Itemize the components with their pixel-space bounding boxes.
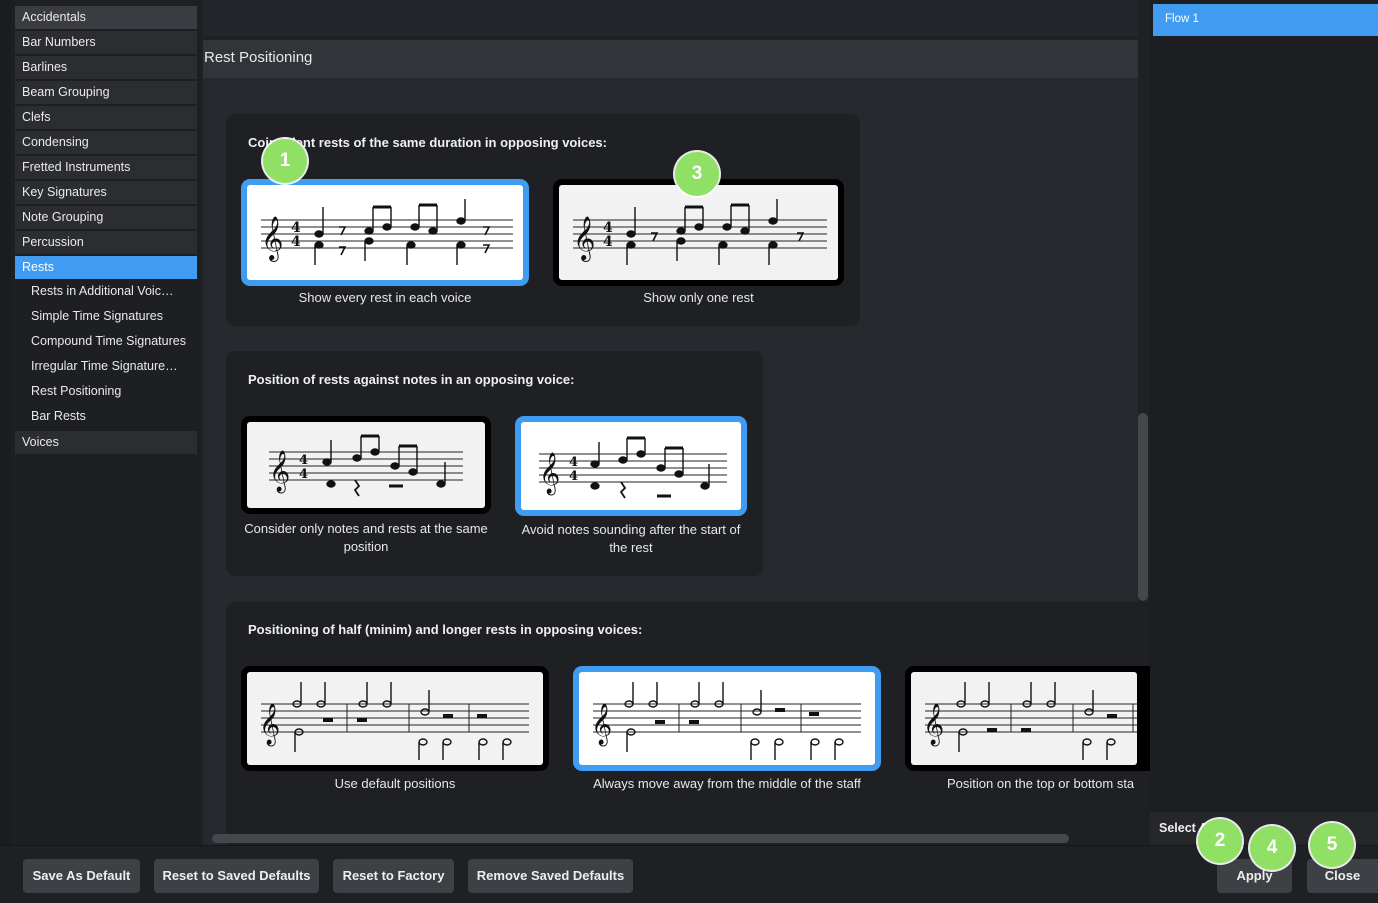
reset-to-factory-button[interactable]: Reset to Factory — [333, 859, 454, 893]
music-example-icon: 𝄞 — [259, 682, 529, 760]
step-badge-3: 3 — [675, 152, 719, 196]
group-title: Positioning of half (minim) and longer r… — [248, 622, 643, 637]
horizontal-scrollbar[interactable] — [212, 834, 1069, 843]
option-avoid-notes-sounding[interactable]: 𝄞 4 4 — [515, 416, 747, 516]
option-top-or-bottom-staff[interactable]: 𝄞 — [905, 666, 1150, 771]
music-example-icon: 𝄞 4 4 — [539, 436, 727, 499]
svg-text:4: 4 — [291, 234, 301, 250]
vertical-scrollbar[interactable] — [1138, 413, 1148, 601]
svg-text:4: 4 — [299, 453, 308, 468]
svg-text:𝄞: 𝄞 — [923, 703, 944, 746]
svg-text:𝄞: 𝄞 — [573, 216, 595, 262]
sidebar-subitem-bar-rests[interactable]: Bar Rests — [31, 405, 191, 427]
step-badge-4: 4 — [1250, 826, 1294, 870]
option-caption: Position on the top or bottom sta — [947, 776, 1135, 791]
flows-panel — [1150, 0, 1378, 845]
option-use-default-positions[interactable]: 𝄞 — [241, 666, 549, 771]
reset-to-saved-defaults-button[interactable]: Reset to Saved Defaults — [154, 859, 319, 893]
sidebar-item-percussion[interactable]: Percussion — [15, 231, 197, 254]
svg-text:4: 4 — [569, 469, 578, 484]
option-caption: Avoid notes sounding after the start of … — [521, 522, 741, 555]
option-caption: Consider only notes and rests at the sam… — [244, 521, 488, 554]
svg-text:4: 4 — [569, 455, 578, 470]
step-badge-2: 2 — [1198, 819, 1242, 863]
svg-text:4: 4 — [299, 467, 308, 482]
svg-text:𝄞: 𝄞 — [591, 703, 612, 746]
option-caption: Use default positions — [334, 776, 456, 791]
save-as-default-button[interactable]: Save As Default — [23, 859, 140, 893]
section-header — [203, 40, 1138, 78]
step-badge-5: 5 — [1310, 823, 1354, 867]
sidebar-item-beam-grouping[interactable]: Beam Grouping — [15, 81, 197, 104]
sidebar-item-rests[interactable]: Rests — [15, 256, 197, 279]
step-badge-1: 1 — [263, 139, 307, 183]
sidebar-item-voices[interactable]: Voices — [15, 431, 197, 454]
sidebar-subitem-rest-positioning[interactable]: Rest Positioning — [31, 380, 191, 402]
sidebar-item-bar-numbers[interactable]: Bar Numbers — [15, 31, 197, 54]
sidebar-subitem-irregular-time-signatures[interactable]: Irregular Time Signature… — [31, 355, 191, 377]
option-caption: Show every rest in each voice — [298, 290, 472, 305]
sidebar-item-fretted-instruments[interactable]: Fretted Instruments — [15, 156, 197, 179]
flow-label: Flow 1 — [1165, 13, 1199, 25]
music-example-icon: 𝄞 4 4 — [573, 199, 827, 265]
sidebar-subitem-compound-time-signatures[interactable]: Compound Time Signatures — [31, 330, 191, 352]
svg-text:𝄞: 𝄞 — [259, 703, 280, 746]
svg-text:𝄞: 𝄞 — [539, 452, 560, 495]
option-caption: Always move away from the middle of the … — [593, 776, 861, 791]
window-edge — [0, 0, 11, 903]
music-example-icon: 𝄞 — [923, 682, 1137, 760]
sidebar-item-note-grouping[interactable]: Note Grouping — [15, 206, 197, 229]
svg-text:𝄞: 𝄞 — [261, 216, 283, 262]
category-sidebar: Accidentals Bar Numbers Barlines Beam Gr… — [11, 0, 201, 845]
svg-text:𝄞: 𝄞 — [269, 450, 290, 493]
section-title: Rest Positioning — [204, 49, 313, 66]
option-show-every-rest[interactable]: 𝄞 4 4 — [241, 179, 529, 286]
sidebar-item-key-signatures[interactable]: Key Signatures — [15, 181, 197, 204]
music-example-icon: 𝄞 4 4 — [261, 199, 513, 265]
music-example-icon: 𝄞 4 4 — [269, 434, 463, 497]
option-consider-same-position[interactable]: 𝄞 4 4 — [241, 416, 491, 514]
sidebar-item-clefs[interactable]: Clefs — [15, 106, 197, 129]
sidebar-item-accidentals[interactable]: Accidentals — [15, 6, 197, 29]
sidebar-subitem-rests-additional-voices[interactable]: Rests in Additional Voic… — [31, 280, 191, 302]
group-title: Position of rests against notes in an op… — [248, 372, 575, 387]
main-top-area — [203, 0, 1138, 36]
sidebar-item-condensing[interactable]: Condensing — [15, 131, 197, 154]
music-example-icon: 𝄞 — [591, 682, 861, 760]
option-move-away-from-middle[interactable]: 𝄞 — [573, 666, 881, 771]
sidebar-subitem-simple-time-signatures[interactable]: Simple Time Signatures — [31, 305, 191, 327]
remove-saved-defaults-button[interactable]: Remove Saved Defaults — [468, 859, 633, 893]
option-caption: Show only one rest — [643, 290, 754, 305]
sidebar-item-barlines[interactable]: Barlines — [15, 56, 197, 79]
svg-text:4: 4 — [603, 234, 613, 250]
